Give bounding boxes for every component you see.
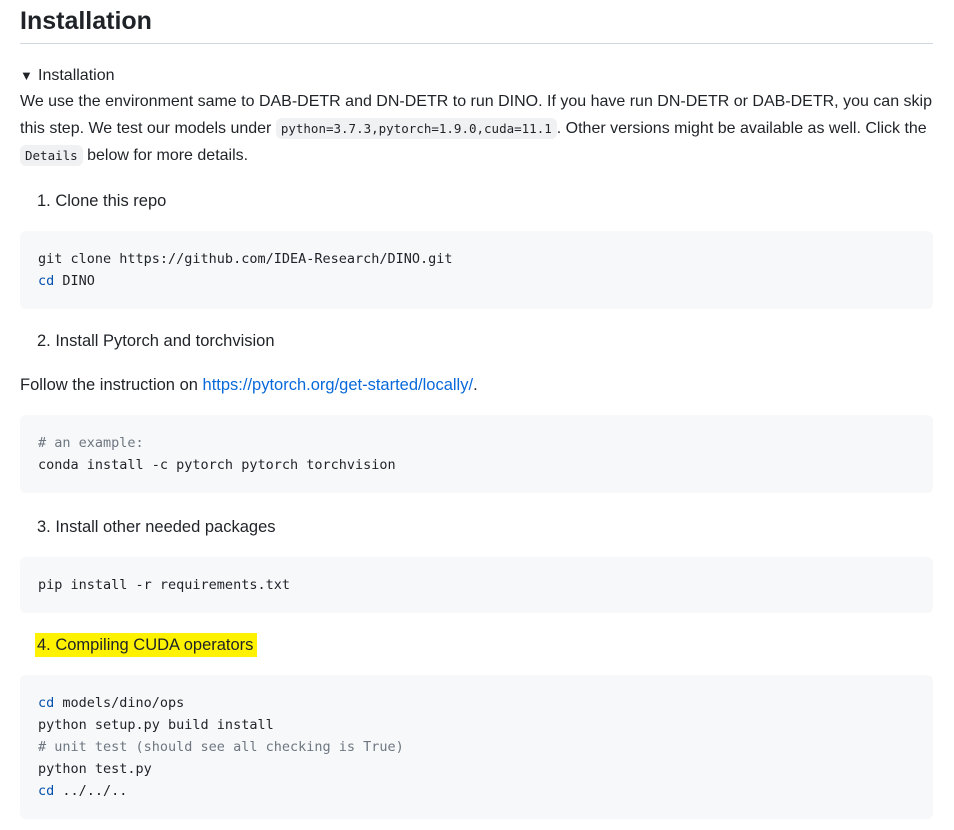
code-line: python setup.py build install (38, 717, 274, 733)
code-keyword: cd (38, 783, 55, 799)
details-toggle[interactable]: ▼ Installation (20, 64, 933, 88)
code-block-pytorch[interactable]: # an example: conda install -c pytorch py… (20, 415, 933, 493)
code-block-cuda[interactable]: cd models/dino/ops python setup.py build … (20, 675, 933, 819)
intro-text-2: . Other versions might be available as w… (556, 120, 927, 137)
version-inline-code: python=3.7.3,pytorch=1.9.0,cuda=11.1 (275, 118, 557, 139)
details-inline-code: Details (20, 145, 83, 166)
intro-text-3: below for more details. (82, 147, 249, 164)
code-line: python test.py (38, 761, 152, 777)
code-comment: # unit test (should see all checking is … (38, 739, 404, 755)
highlighted-step-label: 4. Compiling CUDA operators (35, 633, 258, 657)
pytorch-link[interactable]: https://pytorch.org/get-started/locally/ (203, 376, 474, 394)
code-line: cd ../../.. (38, 780, 915, 802)
code-text: models/dino/ops (54, 695, 185, 711)
follow-instruction: Follow the instruction on https://pytorc… (20, 373, 933, 397)
step-install-packages: 3. Install other needed packages (37, 518, 276, 536)
follow-end: . (473, 376, 478, 394)
code-block-requirements[interactable]: pip install -r requirements.txt (20, 557, 933, 613)
step-install-pytorch: 2. Install Pytorch and torchvision (37, 332, 275, 350)
code-text: ../../.. (54, 783, 128, 799)
code-line: conda install -c pytorch pytorch torchvi… (38, 457, 396, 473)
code-comment: # an example: (38, 435, 144, 451)
code-text: DINO (54, 273, 95, 289)
code-line: cd DINO (38, 270, 915, 292)
readme-content: Installation ▼ Installation We use the e… (20, 0, 933, 819)
code-keyword: cd (38, 273, 55, 289)
disclosure-triangle-icon: ▼ (20, 68, 33, 83)
code-line: pip install -r requirements.txt (38, 577, 290, 593)
intro-paragraph: We use the environment same to DAB-DETR … (20, 88, 933, 169)
code-line: git clone https://github.com/IDEA-Resear… (38, 251, 453, 267)
code-block-clone[interactable]: git clone https://github.com/IDEA-Resear… (20, 231, 933, 309)
step-compile-cuda: 4. Compiling CUDA operators (35, 633, 933, 657)
follow-text: Follow the instruction on (20, 376, 203, 394)
details-summary-label: Installation (38, 67, 115, 84)
section-heading: Installation (20, 6, 933, 44)
code-keyword: cd (38, 695, 55, 711)
step-clone-repo: 1. Clone this repo (37, 192, 167, 210)
code-line: cd models/dino/ops (38, 692, 915, 714)
